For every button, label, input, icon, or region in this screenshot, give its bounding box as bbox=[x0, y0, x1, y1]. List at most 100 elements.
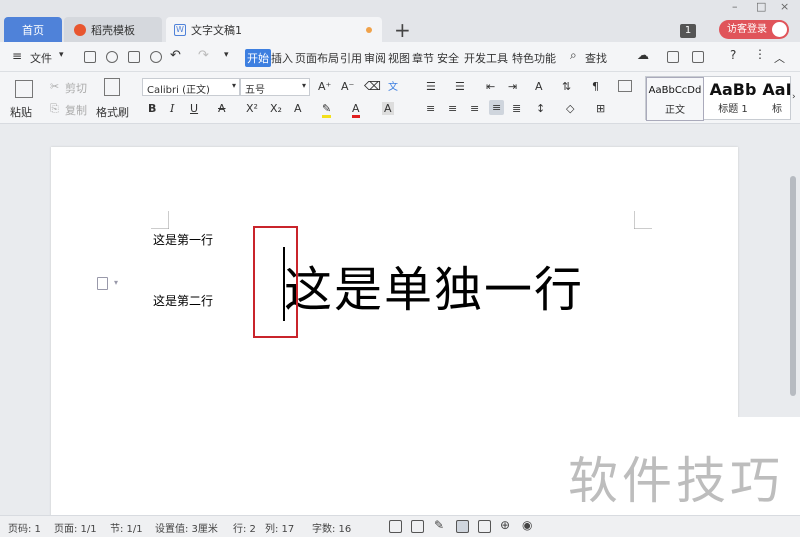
menu-insert[interactable]: 插入 bbox=[271, 50, 293, 66]
pinyin-guide-icon[interactable]: 文 bbox=[388, 78, 398, 93]
borders-icon[interactable]: ⊞ bbox=[596, 102, 605, 115]
outline-view-icon[interactable] bbox=[478, 520, 491, 533]
text-effect-icon[interactable]: A bbox=[294, 102, 302, 115]
search-icon[interactable]: ⌕ bbox=[570, 48, 577, 63]
style-heading-1[interactable]: AaBb 标题 1 bbox=[704, 77, 762, 121]
status-setting[interactable]: 设置值: 3厘米 bbox=[155, 520, 218, 535]
save-icon[interactable] bbox=[84, 51, 96, 63]
format-painter-button[interactable]: 格式刷 bbox=[96, 104, 129, 120]
cloud-icon[interactable]: ☁ bbox=[637, 48, 649, 62]
hamburger-icon[interactable]: ≡ bbox=[12, 49, 24, 63]
increase-indent-icon[interactable]: ⇥ bbox=[508, 80, 517, 93]
font-name-select[interactable]: Calibri (正文) ▾ bbox=[142, 78, 240, 96]
tab-document[interactable]: W 文字文稿1 bbox=[166, 17, 382, 42]
print-icon[interactable] bbox=[128, 51, 140, 63]
superscript-icon[interactable]: X² bbox=[246, 102, 258, 115]
copy-button[interactable]: 复制 bbox=[65, 102, 87, 118]
document-line-2[interactable]: 这是第二行 bbox=[153, 292, 213, 309]
border-table-icon[interactable] bbox=[618, 80, 632, 92]
clear-format-icon[interactable]: ⌫ bbox=[364, 79, 381, 93]
share-icon[interactable] bbox=[667, 51, 679, 63]
help-icon[interactable]: ? bbox=[730, 48, 736, 62]
distribute-icon[interactable]: ≣ bbox=[512, 102, 521, 115]
web-view-icon[interactable]: ⊕ bbox=[500, 518, 510, 532]
grow-font-icon[interactable]: A⁺ bbox=[318, 80, 331, 93]
decrease-indent-icon[interactable]: ⇤ bbox=[486, 80, 495, 93]
font-color-icon[interactable]: A bbox=[352, 102, 360, 118]
customize-chevron-icon[interactable]: ▾ bbox=[224, 50, 229, 60]
style-gallery: AaBbCcDd 正文 AaBb 标题 1 AaI 标 bbox=[645, 76, 792, 121]
undo-icon[interactable]: ↶ bbox=[170, 48, 181, 63]
paste-icon[interactable] bbox=[15, 80, 33, 98]
menu-references[interactable]: 引用 bbox=[340, 50, 362, 66]
style-heading-2[interactable]: AaI 标 bbox=[762, 77, 792, 121]
show-marks-icon[interactable]: ¶ bbox=[592, 80, 599, 93]
menu-features[interactable]: 特色功能 bbox=[512, 50, 556, 66]
underline-button[interactable]: U bbox=[190, 102, 198, 115]
bold-button[interactable]: B bbox=[148, 102, 156, 115]
menu-security[interactable]: 安全 bbox=[437, 50, 459, 66]
align-left-icon[interactable]: ≡ bbox=[426, 102, 435, 115]
numbered-list-icon[interactable]: ☰ bbox=[455, 80, 465, 93]
menu-developer[interactable]: 开发工具 bbox=[464, 50, 508, 66]
font-size-select[interactable]: 五号 ▾ bbox=[240, 78, 310, 96]
char-shading-icon[interactable]: A bbox=[382, 102, 394, 115]
line-spacing-icon[interactable]: ↕ bbox=[536, 102, 545, 115]
tab-bar: 首页 稻壳模板 W 文字文稿1 + 1 访客登录 – □ × bbox=[0, 0, 800, 42]
menu-view[interactable]: 视图 bbox=[388, 50, 410, 66]
window-count-badge[interactable]: 1 bbox=[680, 24, 696, 38]
document-line-1[interactable]: 这是第一行 bbox=[153, 231, 213, 248]
menu-review[interactable]: 审阅 bbox=[364, 50, 386, 66]
tab-home[interactable]: 首页 bbox=[4, 17, 62, 42]
subscript-icon[interactable]: X₂ bbox=[270, 102, 282, 115]
menu-home[interactable]: 开始 bbox=[245, 49, 271, 67]
redo-icon[interactable]: ↷ bbox=[198, 48, 209, 63]
shrink-font-icon[interactable]: A⁻ bbox=[341, 80, 354, 93]
minimize-button[interactable]: – bbox=[732, 0, 738, 13]
maximize-button[interactable]: □ bbox=[756, 0, 766, 13]
menu-chapter[interactable]: 章节 bbox=[412, 50, 434, 66]
paste-button[interactable]: 粘贴 bbox=[10, 104, 32, 120]
chevron-down-icon[interactable]: ▾ bbox=[59, 50, 64, 60]
status-word-count[interactable]: 字数: 16 bbox=[312, 520, 351, 535]
justify-icon[interactable]: ≡ bbox=[489, 100, 505, 115]
eye-protection-icon[interactable]: ◉ bbox=[522, 518, 532, 532]
menu-page-layout[interactable]: 页面布局 bbox=[295, 50, 339, 66]
strikethrough-icon[interactable]: A bbox=[218, 102, 226, 115]
cut-button[interactable]: 剪切 bbox=[65, 80, 87, 96]
menu-file[interactable]: 文件 bbox=[30, 50, 52, 66]
page-view-icon[interactable] bbox=[456, 520, 469, 533]
sort-icon[interactable]: ⇅ bbox=[562, 80, 571, 93]
guest-login-button[interactable]: 访客登录 bbox=[719, 20, 789, 39]
status-section[interactable]: 节: 1/1 bbox=[110, 520, 143, 535]
more-icon[interactable]: ⋮ bbox=[754, 47, 766, 61]
paragraph-handle-icon[interactable] bbox=[97, 277, 108, 290]
toolbox-icon[interactable] bbox=[692, 51, 704, 63]
fullscreen-icon[interactable] bbox=[389, 520, 402, 533]
align-center-icon[interactable]: ≡ bbox=[448, 102, 457, 115]
edit-mode-icon[interactable]: ✎ bbox=[434, 518, 444, 532]
gallery-scroll-icon[interactable]: › bbox=[792, 92, 796, 102]
tab-templates[interactable]: 稻壳模板 bbox=[64, 17, 162, 42]
shading-icon[interactable]: ◇ bbox=[566, 102, 574, 115]
menu-search[interactable]: 查找 bbox=[585, 50, 607, 66]
format-painter-icon[interactable] bbox=[104, 78, 120, 96]
close-button[interactable]: × bbox=[780, 0, 789, 13]
highlight-icon[interactable]: ✎ bbox=[322, 102, 332, 118]
preview-icon[interactable] bbox=[150, 51, 162, 63]
chinese-layout-icon[interactable]: A bbox=[535, 80, 543, 93]
output-icon[interactable] bbox=[106, 51, 118, 63]
align-right-icon[interactable]: ≡ bbox=[470, 102, 479, 115]
italic-button[interactable]: I bbox=[170, 102, 174, 115]
status-page[interactable]: 页面: 1/1 bbox=[54, 520, 97, 535]
document-big-line[interactable]: 这是单独一行 bbox=[284, 250, 584, 320]
status-page-number[interactable]: 页码: 1 bbox=[8, 520, 41, 535]
scrollbar-thumb[interactable] bbox=[790, 176, 796, 396]
reading-mode-icon[interactable] bbox=[411, 520, 424, 533]
collapse-ribbon-icon[interactable]: ︿ bbox=[774, 50, 785, 66]
bullet-list-icon[interactable]: ☰ bbox=[426, 80, 436, 93]
style-normal[interactable]: AaBbCcDd 正文 bbox=[646, 77, 704, 121]
new-tab-button[interactable]: + bbox=[394, 18, 411, 42]
status-col[interactable]: 列: 17 bbox=[265, 520, 294, 535]
status-row[interactable]: 行: 2 bbox=[233, 520, 256, 535]
